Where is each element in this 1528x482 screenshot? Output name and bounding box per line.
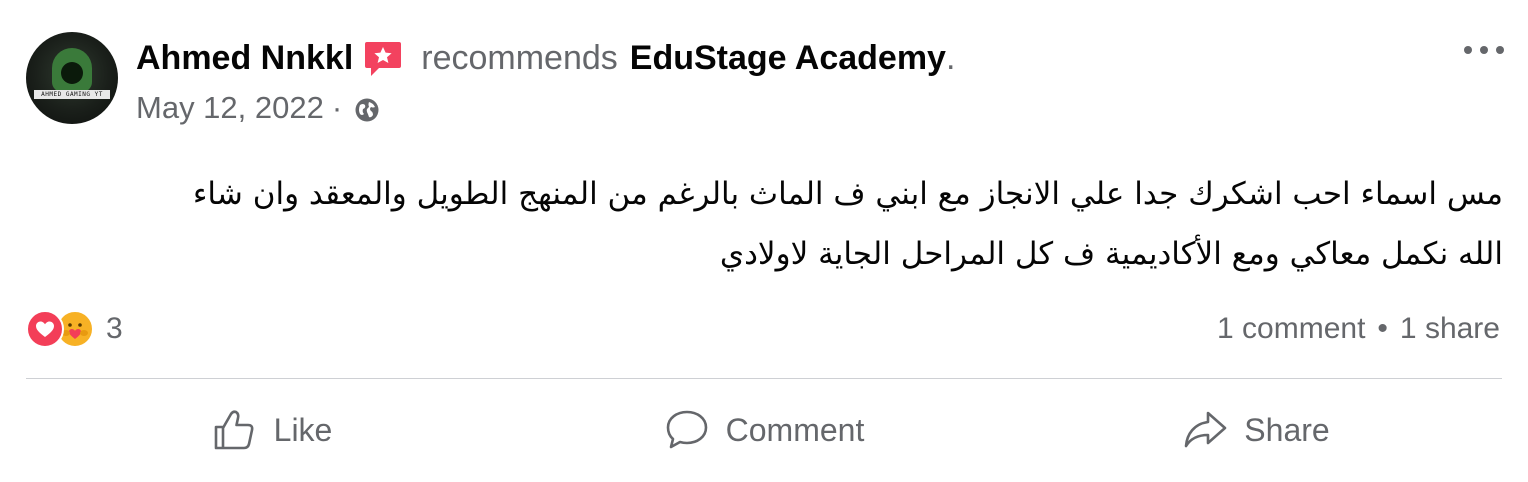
- like-button[interactable]: Like: [26, 394, 518, 466]
- comment-button[interactable]: Comment: [518, 394, 1010, 466]
- recommendation-post: AHMED GAMING YT Ahmed Nnkkl recommends E…: [0, 0, 1528, 482]
- reaction-count: 3: [106, 312, 123, 345]
- post-header: Ahmed Nnkkl recommends EduStage Academy …: [136, 36, 955, 80]
- comment-count-link[interactable]: 1 comment: [1217, 312, 1365, 346]
- divider: [26, 378, 1502, 379]
- thumbs-up-icon: [214, 410, 254, 450]
- more-dot-icon: [1480, 46, 1488, 54]
- meta-separator: ·: [331, 90, 343, 125]
- share-count-link[interactable]: 1 share: [1400, 312, 1500, 346]
- engagement-summary: 1 comment • 1 share: [1217, 308, 1500, 350]
- page-name-link[interactable]: EduStage Academy: [630, 39, 946, 78]
- avatar-face-shadow: [61, 62, 83, 84]
- post-date[interactable]: May 12, 2022: [136, 90, 324, 126]
- engagement-separator: •: [1377, 312, 1388, 345]
- header-period: .: [945, 38, 956, 77]
- recommends-text: recommends: [421, 38, 618, 77]
- more-options-button[interactable]: [1464, 40, 1504, 60]
- share-label: Share: [1244, 411, 1330, 448]
- post-body-line: الله نكمل معاكي ومع الأكاديمية ف كل المر…: [719, 236, 1503, 272]
- author-name[interactable]: Ahmed Nnkkl: [136, 39, 353, 78]
- recommendation-star-icon: [363, 39, 403, 79]
- like-label: Like: [273, 411, 333, 448]
- share-arrow-icon: [1184, 411, 1227, 448]
- avatar-banner-text: AHMED GAMING YT: [34, 90, 110, 99]
- more-dot-icon: [1496, 46, 1504, 54]
- post-body: مس اسماء احب اشكرك جدا علي الانجاز مع اب…: [40, 164, 1503, 284]
- post-body-line: مس اسماء احب اشكرك جدا علي الانجاز مع اب…: [192, 176, 1503, 212]
- post-meta: May 12, 2022 ·: [136, 88, 380, 128]
- globe-icon: [354, 95, 380, 122]
- share-button[interactable]: Share: [1010, 394, 1502, 466]
- more-dot-icon: [1464, 46, 1472, 54]
- action-bar: Like Comment Share: [26, 394, 1502, 466]
- reactions-summary[interactable]: 3: [26, 308, 123, 350]
- comment-label: Comment: [725, 411, 865, 448]
- avatar[interactable]: AHMED GAMING YT: [26, 32, 118, 124]
- comment-bubble-icon: [666, 410, 707, 449]
- love-reaction-icon: [26, 310, 64, 348]
